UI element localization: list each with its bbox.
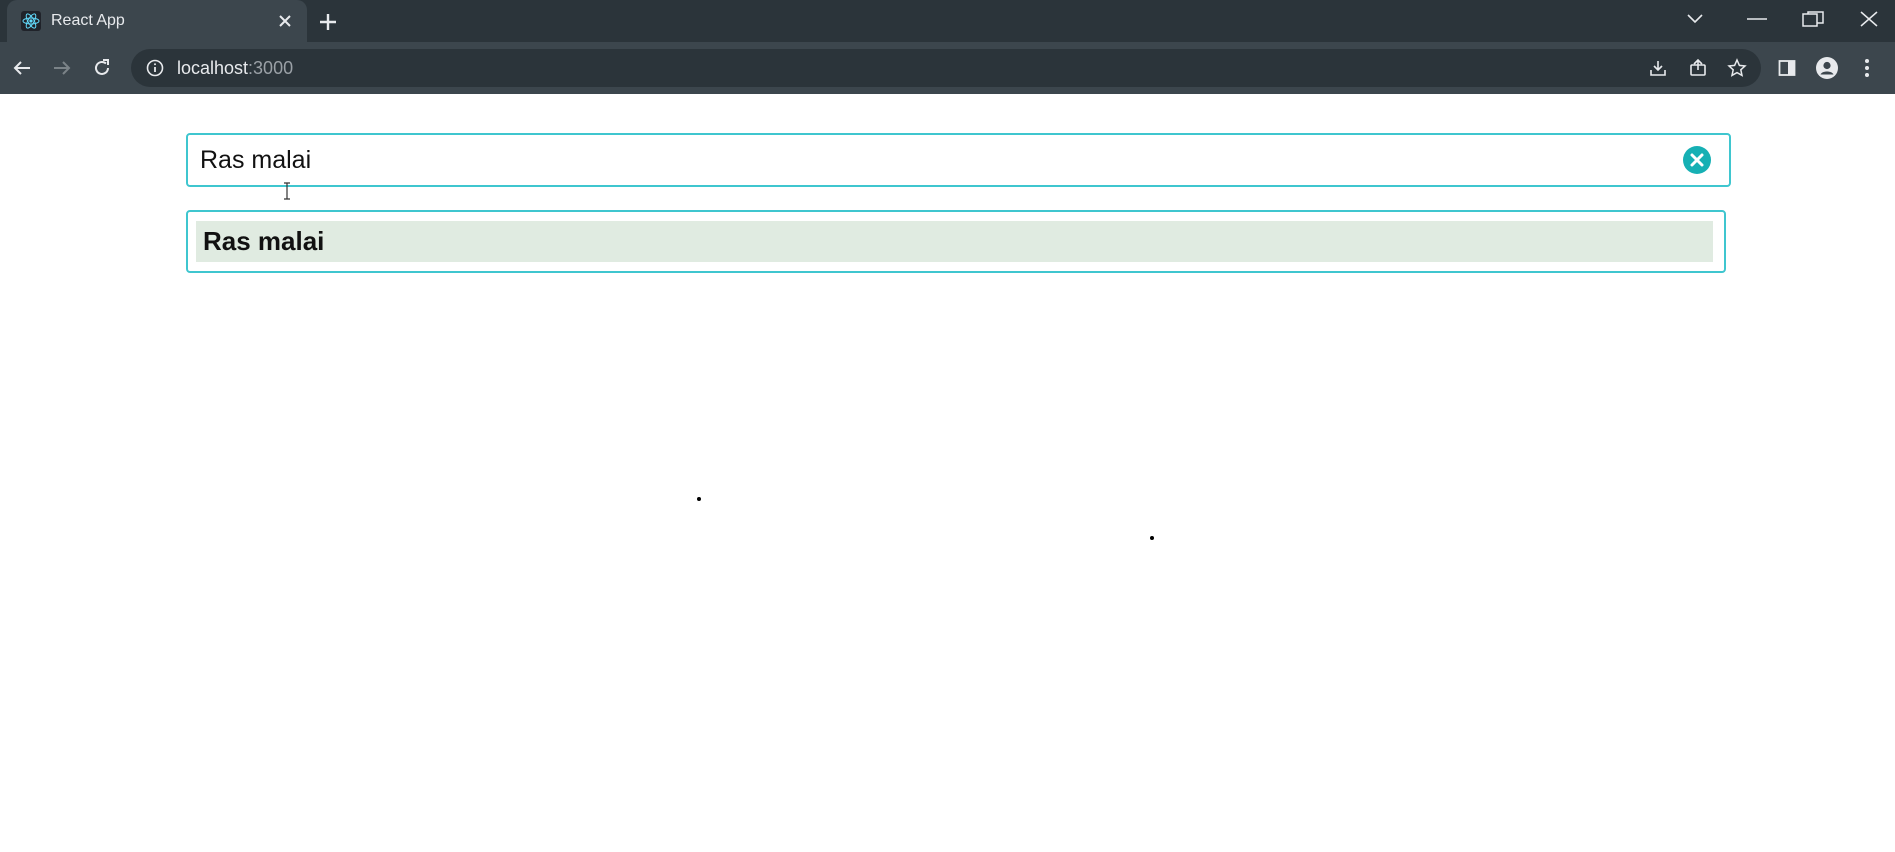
address-bar[interactable]: localhost:3000 bbox=[131, 49, 1761, 87]
tab-search-chevron-icon[interactable] bbox=[1668, 0, 1722, 38]
side-panel-icon[interactable] bbox=[1771, 52, 1803, 84]
react-logo-icon bbox=[21, 11, 41, 31]
clear-circle-icon[interactable] bbox=[1683, 146, 1711, 174]
tab-title: React App bbox=[51, 12, 125, 29]
url-host: localhost bbox=[177, 57, 249, 78]
close-window-icon[interactable] bbox=[1842, 0, 1895, 38]
restore-icon[interactable] bbox=[1786, 0, 1840, 38]
search-box bbox=[186, 133, 1731, 187]
tab-close-icon[interactable] bbox=[271, 7, 299, 35]
profile-icon[interactable] bbox=[1811, 52, 1843, 84]
suggestion-item[interactable]: Ras malai bbox=[196, 221, 1713, 262]
search-input[interactable] bbox=[188, 135, 1729, 185]
url-port: :3000 bbox=[248, 57, 294, 78]
tab-react-app[interactable]: React App bbox=[7, 0, 307, 42]
forward-arrow-icon[interactable] bbox=[46, 52, 78, 84]
kebab-menu-icon[interactable] bbox=[1851, 52, 1883, 84]
browser-toolbar: localhost:3000 bbox=[0, 42, 1895, 94]
stray-dot bbox=[697, 497, 701, 501]
info-icon[interactable] bbox=[145, 58, 165, 78]
share-icon[interactable] bbox=[1682, 52, 1714, 84]
star-icon[interactable] bbox=[1721, 52, 1753, 84]
new-tab-icon[interactable] bbox=[312, 6, 344, 38]
back-arrow-icon[interactable] bbox=[6, 52, 38, 84]
stray-dot bbox=[1150, 536, 1154, 540]
browser-chrome: React App localhost:3000 bbox=[0, 0, 1895, 94]
reload-icon[interactable] bbox=[86, 52, 118, 84]
tab-strip: React App bbox=[0, 0, 1895, 42]
text-cursor-icon bbox=[282, 182, 292, 200]
minimize-icon[interactable] bbox=[1730, 0, 1784, 38]
install-app-icon[interactable] bbox=[1642, 52, 1674, 84]
suggestion-list: Ras malai bbox=[186, 210, 1726, 273]
